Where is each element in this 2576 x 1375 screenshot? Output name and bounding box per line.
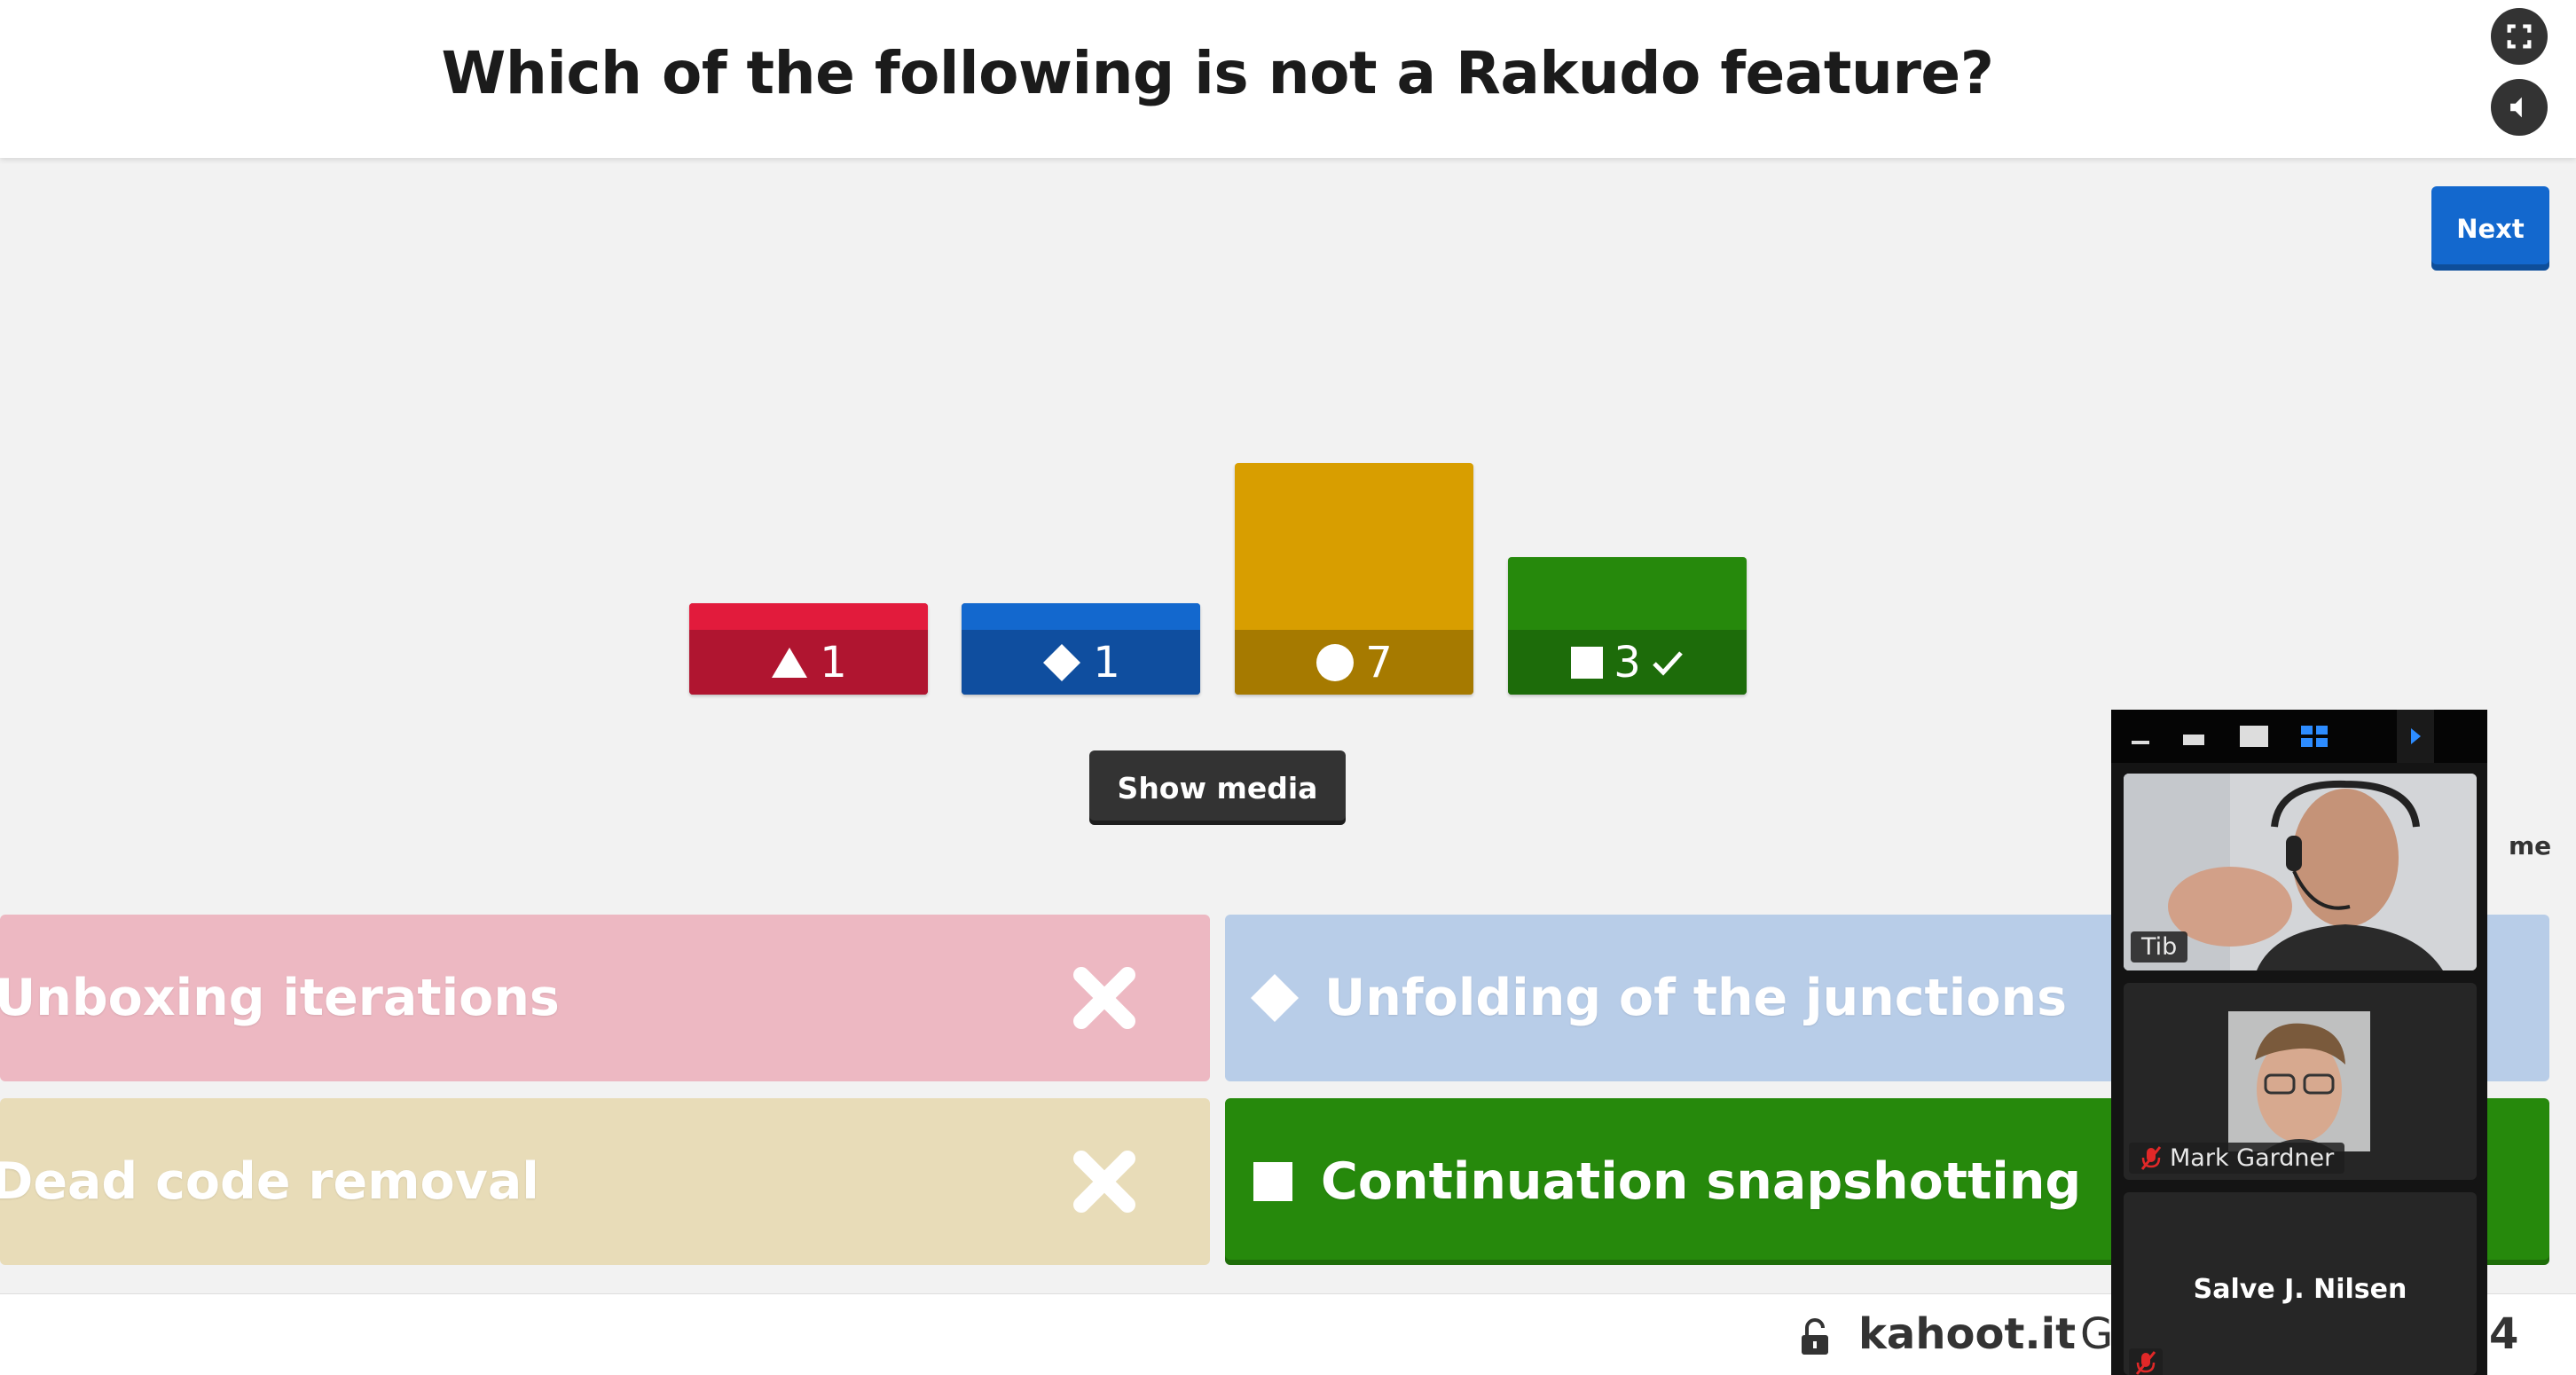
answer-text-square: Continuation snapshotting [1321,1152,2082,1211]
lock-icon[interactable] [1799,1317,1831,1356]
video-panel-toolbar [2111,710,2487,763]
triangle-icon [772,647,808,678]
answer-triangle: Unboxing iterations [0,915,1210,1081]
result-count-diamond: 1 [1093,637,1120,688]
participant-name-tag [2129,1348,2163,1375]
volume-button[interactable] [2491,79,2548,136]
video-tile[interactable]: Salve J. Nilsen [2124,1192,2477,1375]
cross-icon [1073,1151,1135,1213]
speaker-view-button[interactable] [2172,710,2216,763]
video-tile[interactable]: Tib [2124,774,2477,970]
result-bar-diamond: 1 [962,603,1200,695]
result-bar-circle: 7 [1235,463,1473,695]
result-count-triangle: 1 [820,637,847,688]
fullscreen-button[interactable] [2491,8,2548,65]
show-media-button[interactable]: Show media [1089,750,1346,825]
answer-circle: Dead code removal [0,1098,1210,1265]
diamond-icon [1043,643,1081,681]
muted-mic-icon [2135,1351,2156,1375]
participant-name-tag: Mark Gardner [2129,1143,2345,1174]
minimize-video-button[interactable] [2118,710,2163,763]
participant-name: Salve J. Nilsen [2193,1274,2407,1305]
question-header: Which of the following is not a Rakudo f… [0,0,2576,158]
partial-label: me [2509,831,2552,860]
brand-logo: kahoot.it [1858,1309,2077,1359]
diamond-icon [1251,974,1299,1022]
result-count-square: 3 [1614,637,1641,688]
grid-view-icon [2301,726,2328,747]
checkmark-icon [1652,650,1683,676]
muted-mic-icon [2140,1145,2162,1170]
square-icon [1571,646,1604,679]
fullscreen-icon [2507,24,2532,49]
game-pin-label: G [2080,1309,2114,1359]
single-view-icon [2240,726,2268,747]
cross-icon [1073,967,1135,1029]
video-call-panel: Tib Mark Gardner Salve J. Nilsen [2111,710,2487,1375]
answer-text-diamond: Unfolding of the junctions [1324,969,2067,1027]
participant-name: Tib [2141,933,2178,961]
game-pin-value: 4 [2489,1309,2519,1359]
gallery-view-button[interactable] [2292,710,2336,763]
next-page-button[interactable] [2397,710,2434,763]
single-view-button[interactable] [2232,710,2276,763]
result-bar-triangle: 1 [689,603,928,695]
participant-name: Mark Gardner [2170,1144,2335,1172]
volume-icon [2510,97,2522,118]
participant-avatar [2228,1011,2370,1151]
strip-view-icon [2183,735,2204,745]
square-icon [1253,1162,1292,1201]
question-title: Which of the following is not a Rakudo f… [441,39,1994,107]
circle-icon [1316,643,1355,681]
next-button[interactable]: Next [2431,186,2549,271]
answer-text-triangle: Unboxing iterations [0,969,560,1027]
result-bar-square: 3 [1508,557,1747,695]
participant-name-tag: Tib [2131,931,2188,962]
minimize-icon [2132,741,2149,744]
caret-right-icon [2411,728,2421,744]
answer-text-circle: Dead code removal [0,1152,539,1211]
video-tile[interactable]: Mark Gardner [2124,983,2477,1180]
result-count-circle: 7 [1365,637,1393,688]
